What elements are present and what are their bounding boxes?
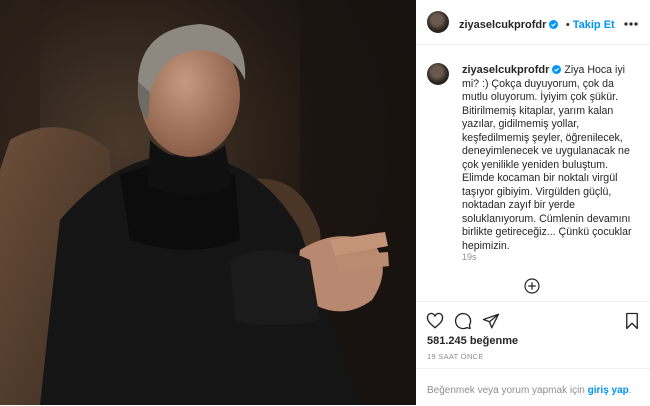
comment-prompt: Beğenmek veya yorum yapmak için giriş ya… bbox=[427, 385, 632, 396]
comment-prompt-text: Beğenmek veya yorum yapmak için bbox=[427, 385, 585, 396]
share-icon[interactable] bbox=[482, 312, 500, 330]
more-options-icon[interactable] bbox=[624, 13, 638, 30]
heart-icon[interactable] bbox=[426, 312, 444, 330]
post-caption: ziyaselcukprofdr Ziya Hoca iyi mi? :) Ço… bbox=[462, 64, 638, 253]
post-sidebar: ziyaselcukprofdr • Takip Et ziyaselcukpro… bbox=[416, 0, 650, 405]
comment-icon[interactable] bbox=[454, 312, 472, 330]
portrait-image bbox=[0, 0, 416, 405]
caption-text: Ziya Hoca iyi mi? :) Çokça duyuyorum, ço… bbox=[462, 64, 632, 252]
post-timestamp[interactable]: 19 SAAT ÖNCE bbox=[427, 352, 484, 361]
verified-badge-icon bbox=[549, 20, 559, 29]
post-photo[interactable] bbox=[0, 0, 416, 405]
comment-prompt-end: . bbox=[628, 385, 632, 396]
caption-avatar[interactable] bbox=[427, 63, 449, 85]
post-header: ziyaselcukprofdr • Takip Et bbox=[416, 0, 650, 45]
verified-badge-icon bbox=[552, 65, 562, 74]
caption-username[interactable]: ziyaselcukprofdr bbox=[462, 64, 549, 76]
avatar[interactable] bbox=[427, 11, 449, 33]
login-link[interactable]: giriş yap bbox=[588, 385, 629, 396]
plus-circle-icon[interactable] bbox=[524, 278, 540, 294]
username-link[interactable]: ziyaselcukprofdr bbox=[459, 19, 546, 31]
bookmark-icon[interactable] bbox=[623, 312, 641, 330]
header-user-row: ziyaselcukprofdr • Takip Et bbox=[459, 15, 615, 33]
follow-button[interactable]: Takip Et bbox=[573, 19, 615, 31]
separator-dot: • bbox=[565, 19, 570, 31]
caption-age: 19s bbox=[462, 252, 477, 262]
comment-prompt-area: Beğenmek veya yorum yapmak için giriş ya… bbox=[416, 368, 650, 406]
like-count[interactable]: 581.245 beğenme bbox=[427, 335, 518, 347]
